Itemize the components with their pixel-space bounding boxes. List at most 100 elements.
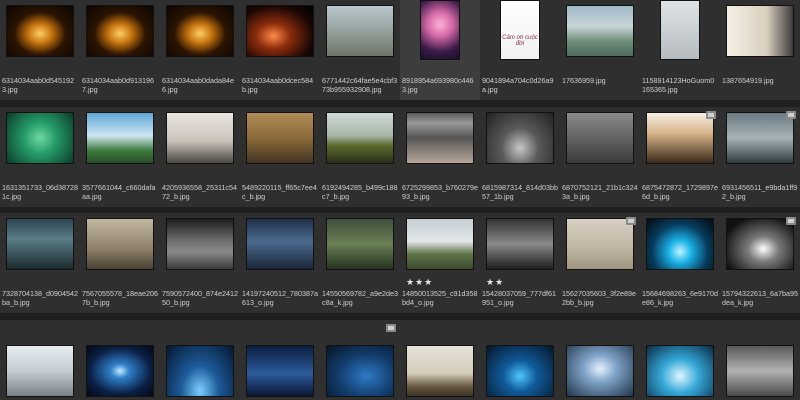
file-name-label: 15684698263_6e9170de86_k.jpg (642, 289, 718, 307)
thumbnail-image[interactable] (246, 112, 314, 164)
thumbnail-cell[interactable]: 5489220115_ff65c7ee4c_b.jpg (240, 107, 320, 207)
thumbnail-image[interactable] (406, 218, 474, 270)
rating-stars: ★★★ (406, 277, 434, 287)
file-name-label: 3577661044_c660dafaaa.jpg (82, 183, 156, 201)
thumbnail-cell[interactable]: 1387654919.jpg (720, 0, 800, 100)
thumbnail-image[interactable] (86, 5, 154, 57)
thumbnail-cell[interactable]: ★★ 15428037059_777df61951_o.jpg (480, 213, 560, 313)
thumbnail-cell[interactable]: 17636959.jpg (560, 0, 640, 100)
thumbnail-cell[interactable]: ★★★ 14850013525_c91d358bd4_o.jpg (400, 213, 480, 313)
thumbnail-image[interactable] (246, 345, 314, 397)
thumbnail-image[interactable] (566, 218, 634, 270)
thumbnail-cell[interactable]: 6725299853_b760279e93_b.jpg (400, 107, 480, 207)
thumbnail-cell[interactable]: 6875472872_1729897e6d_b.jpg (640, 107, 720, 207)
thumbnail-image[interactable] (646, 345, 714, 397)
thumbnail-cell[interactable]: 6314034aab0d9131967.jpg (80, 0, 160, 100)
thumbnail-image[interactable] (6, 112, 74, 164)
file-name-label: 6771442c64fae5e4cbf373b955932908.jpg (322, 76, 398, 94)
thumbnail-image[interactable]: Cảm ơn cuộc đời (500, 0, 540, 60)
thumbnail-cell[interactable]: 7590572400_874e241250_b.jpg (160, 213, 240, 313)
thumbnail-image[interactable] (86, 218, 154, 270)
thumbnail-cell[interactable]: 15794322613_6a7ba95dea_k.jpg (720, 213, 800, 313)
file-name-label: 7328704138_d0904542ba_b.jpg (2, 289, 78, 307)
thumbnail-cell[interactable] (640, 320, 720, 400)
thumbnail-image[interactable] (86, 345, 154, 397)
thumbnail-cell[interactable] (80, 320, 160, 400)
file-name-label: 15627035603_3f2e89e2bb_b.jpg (562, 289, 636, 307)
thumbnail-image[interactable] (326, 112, 394, 164)
thumbnail-cell[interactable]: 6192494285_b499c188c7_b.jpg (320, 107, 400, 207)
thumbnail-image[interactable] (6, 5, 74, 57)
file-name-label: 7567055578_18eae2067b_b.jpg (82, 289, 158, 307)
file-name-label: 6314034aab0d5451923.jpg (2, 76, 74, 94)
thumbnail-image[interactable] (726, 218, 794, 270)
stack-badge-icon (706, 111, 716, 119)
thumbnail-image[interactable] (6, 218, 74, 270)
thumbnail-cell[interactable]: 3577661044_c660dafaaa.jpg (80, 107, 160, 207)
file-name-label: 9041894a704c0d26a9a.jpg (482, 76, 554, 94)
thumbnail-image[interactable] (6, 345, 74, 397)
thumbnail-cell[interactable]: 6314034aab0dada84e6.jpg (160, 0, 240, 100)
thumbnail-cell[interactable]: 7567055578_18eae2067b_b.jpg (80, 213, 160, 313)
file-name-label: 1387654919.jpg (722, 76, 774, 85)
thumbnail-cell[interactable] (720, 320, 800, 400)
file-name-label: 6725299853_b760279e93_b.jpg (402, 183, 478, 201)
thumbnail-cell[interactable] (320, 320, 400, 400)
thumbnail-cell[interactable] (160, 320, 240, 400)
thumbnail-cell[interactable]: 6931456511_e9bda1ff92_b.jpg (720, 107, 800, 207)
file-name-label: 15794322613_6a7ba95dea_k.jpg (722, 289, 798, 307)
thumbnail-cell[interactable] (400, 320, 480, 400)
thumbnail-image[interactable] (406, 345, 474, 397)
file-name-label: 1631351733_06d387281c.jpg (2, 183, 78, 201)
file-name-label: 1158914123HoGuom0165365.jpg (642, 76, 715, 94)
thumbnail-image[interactable] (660, 0, 700, 60)
thumbnail-cell[interactable]: 4205936558_25311c5472_b.jpg (160, 107, 240, 207)
thumbnail-image[interactable] (246, 5, 314, 57)
thumbnail-image[interactable] (726, 5, 794, 57)
thumbnail-image[interactable] (566, 112, 634, 164)
thumbnail-image[interactable] (326, 5, 394, 57)
thumbnail-image[interactable] (726, 345, 794, 397)
thumbnail-image[interactable] (486, 218, 554, 270)
thumbnail-cell[interactable] (480, 320, 560, 400)
thumbnail-image[interactable] (406, 112, 474, 164)
thumbnail-image[interactable] (486, 345, 554, 397)
thumbnail-image[interactable] (420, 0, 460, 60)
thumbnail-cell[interactable] (0, 320, 80, 400)
thumbnail-cell[interactable]: 14550569782_a9e2de3c8a_k.jpg (320, 213, 400, 313)
thumbnail-image[interactable] (566, 345, 634, 397)
thumbnail-cell[interactable]: 6314034aab0d5451923.jpg (0, 0, 80, 100)
thumbnail-cell[interactable]: 15627035603_3f2e89e2bb_b.jpg (560, 213, 640, 313)
thumbnail-cell[interactable]: 6870752121_21b1c3243a_b.jpg (560, 107, 640, 207)
thumbnail-cell[interactable]: Cảm ơn cuộc đời 9041894a704c0d26a9a.jpg (480, 0, 560, 100)
thumbnail-cell[interactable]: 14197240512_780387a613_o.jpg (240, 213, 320, 313)
thumbnail-image[interactable] (166, 112, 234, 164)
thumbnail-cell[interactable]: 1631351733_06d387281c.jpg (0, 107, 80, 207)
thumbnail-image[interactable] (86, 112, 154, 164)
thumbnail-cell[interactable] (560, 320, 640, 400)
file-name-label: 6314034aab0d9131967.jpg (82, 76, 154, 94)
thumbnail-cell[interactable]: 6815987314_814d03bb57_1b.jpg (480, 107, 560, 207)
thumbnail-image[interactable] (166, 218, 234, 270)
thumbnail-image[interactable] (166, 5, 234, 57)
thumbnail-cell[interactable]: 8918954a693980c4463.jpg (400, 0, 480, 100)
thumbnail-cell[interactable]: 6771442c64fae5e4cbf373b955932908.jpg (320, 0, 400, 100)
thumbnail-image[interactable] (646, 218, 714, 270)
thumbnail-cell[interactable]: 15684698263_6e9170de86_k.jpg (640, 213, 720, 313)
thumbnail-image[interactable] (166, 345, 234, 397)
thumbnail-image[interactable] (726, 112, 794, 164)
thumbnail-cell[interactable] (240, 320, 320, 400)
thumbnail-cell[interactable]: 6314034aab0dcec584b.jpg (240, 0, 320, 100)
thumbnail-cell[interactable]: 7328704138_d0904542ba_b.jpg (0, 213, 80, 313)
thumbnail-image[interactable] (486, 112, 554, 164)
file-name-label: 6870752121_21b1c3243a_b.jpg (562, 183, 638, 201)
thumbnail-cell[interactable]: 1158914123HoGuom0165365.jpg (640, 0, 720, 100)
thumbnail-image[interactable] (566, 5, 634, 57)
file-name-label: 6815987314_814d03bb57_1b.jpg (482, 183, 558, 201)
thumbnail-text: Cảm ơn cuộc đời (502, 35, 538, 47)
thumbnail-image[interactable] (646, 112, 714, 164)
thumbnail-image[interactable] (326, 345, 394, 397)
file-name-label: 14550569782_a9e2de3c8a_k.jpg (322, 289, 398, 307)
thumbnail-image[interactable] (246, 218, 314, 270)
thumbnail-image[interactable] (326, 218, 394, 270)
